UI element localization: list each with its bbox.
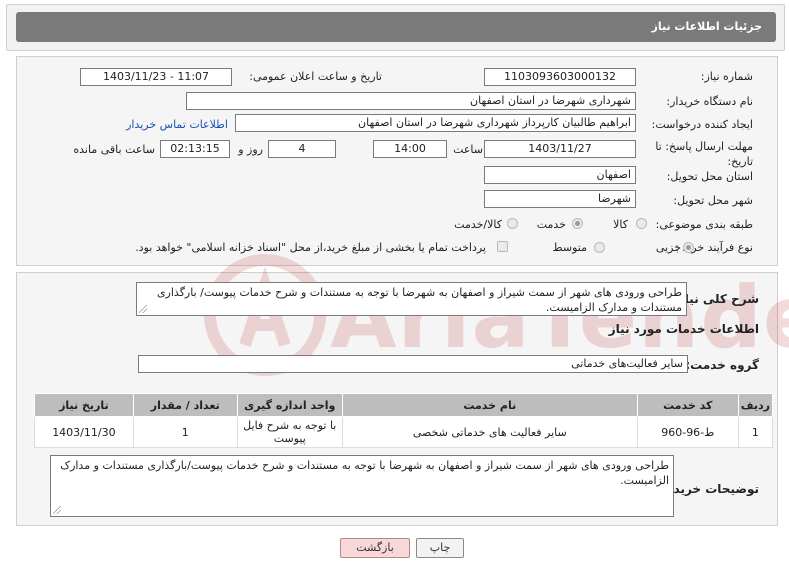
resize-grip-icon[interactable] xyxy=(53,506,61,514)
summary-textarea[interactable]: طراحی ورودی های شهر از سمت شیراز و اصفها… xyxy=(136,282,687,316)
city-field[interactable]: شهرضا xyxy=(484,190,636,208)
print-button[interactable]: چاپ xyxy=(416,538,464,558)
treasury-payment-checkbox[interactable] xyxy=(497,241,508,252)
category-option-service: خدمت xyxy=(536,218,566,231)
days-label: روز و xyxy=(238,143,263,156)
col-quantity: تعداد / مقدار xyxy=(132,393,238,417)
purchase-option-medium: متوسط xyxy=(552,241,587,254)
time-remaining-field[interactable]: 02:13:15 xyxy=(160,140,230,158)
purchase-radio-medium[interactable] xyxy=(594,242,605,253)
cell-need-date: 1403/11/30 xyxy=(34,416,134,448)
cell-row-number: 1 xyxy=(737,416,774,448)
province-label: استان محل تحویل: xyxy=(666,170,753,183)
col-service-code: کد خدمت xyxy=(636,393,739,417)
requester-label: ایجاد کننده درخواست: xyxy=(651,118,753,131)
category-label: طبقه بندی موضوعی: xyxy=(655,218,753,231)
header-bar: جزئیات اطلاعات نیاز xyxy=(16,12,776,42)
table-header-row: ردیف کد خدمت نام خدمت واحد اندازه گیری ت… xyxy=(34,393,774,417)
deadline-label-text: مهلت ارسال پاسخ: تا تاریخ: xyxy=(655,140,753,168)
category-option-goods-service: کالا/خدمت xyxy=(454,218,502,231)
requester-field[interactable]: ابراهیم طالبیان کارپرداز شهرداری شهرضا د… xyxy=(235,114,636,132)
days-remaining-field[interactable]: 4 xyxy=(268,140,336,158)
col-row-number: ردیف xyxy=(737,393,774,417)
resize-grip-icon[interactable] xyxy=(139,305,147,313)
buyer-notes-text: طراحی ورودی های شهر از سمت شیراز و اصفها… xyxy=(60,459,669,487)
deadline-time-label: ساعت xyxy=(453,143,483,156)
summary-text: طراحی ورودی های شهر از سمت شیراز و اصفها… xyxy=(156,286,682,314)
buyer-org-label: نام دستگاه خریدار: xyxy=(666,95,753,108)
city-label: شهر محل تحویل: xyxy=(673,194,753,207)
announce-datetime-field[interactable]: 1403/11/23 - 11:07 xyxy=(80,68,232,86)
services-section-title: اطلاعات خدمات مورد نیاز xyxy=(608,322,759,336)
cell-quantity: 1 xyxy=(132,416,238,448)
treasury-payment-note: پرداخت تمام یا بخشی از مبلغ خرید،از محل … xyxy=(135,241,486,254)
table-row[interactable]: 1 ط-96-960 سایر فعالیت های خدماتی شخصی ب… xyxy=(34,416,774,448)
time-remaining-label: ساعت باقی مانده xyxy=(73,143,155,156)
category-option-goods: کالا xyxy=(613,218,628,231)
deadline-time-field[interactable]: 14:00 xyxy=(373,140,447,158)
col-unit: واحد اندازه گیری xyxy=(236,393,343,417)
buyer-org-field[interactable]: شهرداری شهرضا در استان اصفهان xyxy=(186,92,636,110)
services-table: ردیف کد خدمت نام خدمت واحد اندازه گیری ت… xyxy=(34,393,774,448)
need-number-label: شماره نیاز: xyxy=(700,70,753,83)
deadline-label: مهلت ارسال پاسخ: تا تاریخ: xyxy=(653,139,753,169)
province-field[interactable]: اصفهان xyxy=(484,166,636,184)
purchase-option-minor: جزیی xyxy=(655,241,681,254)
purchase-radio-minor[interactable] xyxy=(683,242,694,253)
cell-service-name: سایر فعالیت های خدماتی شخصی xyxy=(341,416,638,448)
cell-unit: با توجه به شرح فایل پیوست xyxy=(236,416,343,448)
announce-datetime-label: تاریخ و ساعت اعلان عمومی: xyxy=(249,70,382,83)
cell-service-code: ط-96-960 xyxy=(636,416,739,448)
deadline-date-field[interactable]: 1403/11/27 xyxy=(484,140,636,158)
category-radio-service[interactable] xyxy=(572,218,583,229)
need-number-field[interactable]: 1103093603000132 xyxy=(484,68,636,86)
category-radio-goods-service[interactable] xyxy=(507,218,518,229)
service-group-label: گروه خدمت: xyxy=(685,358,759,372)
col-service-name: نام خدمت xyxy=(341,393,638,417)
page-title: جزئیات اطلاعات نیاز xyxy=(651,20,763,33)
service-group-field[interactable]: سایر فعالیت‌های خدماتی xyxy=(138,355,688,373)
buyer-contact-link[interactable]: اطلاعات تماس خریدار xyxy=(126,118,228,131)
col-need-date: تاریخ نیاز xyxy=(34,393,134,417)
buyer-notes-textarea[interactable]: طراحی ورودی های شهر از سمت شیراز و اصفها… xyxy=(50,455,674,517)
back-button[interactable]: بازگشت xyxy=(340,538,410,558)
category-radio-goods[interactable] xyxy=(636,218,647,229)
